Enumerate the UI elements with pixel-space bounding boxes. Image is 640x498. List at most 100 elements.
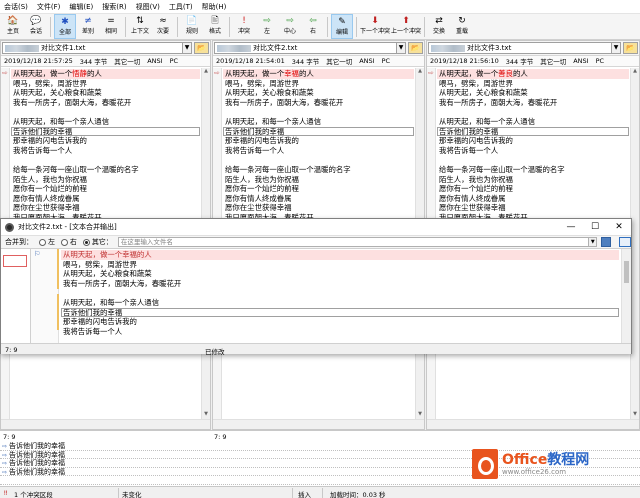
text-line[interactable]: 从明天起，做一个善良的人 xyxy=(437,69,629,79)
toolbar-conflict-button[interactable]: ! 冲突 xyxy=(233,14,255,39)
text-line[interactable]: 告诉他们我的幸福 xyxy=(11,126,200,137)
open-folder-button[interactable]: 📂 xyxy=(194,42,209,54)
horizontal-scrollbar[interactable] xyxy=(213,419,424,429)
toolbar-left-button[interactable]: ⇨ 左 xyxy=(256,14,278,39)
menu-item-6[interactable]: 帮助(H) xyxy=(202,2,227,12)
horizontal-scrollbar[interactable] xyxy=(427,419,639,429)
file-line-ending[interactable]: PC xyxy=(170,57,178,65)
text-line[interactable] xyxy=(437,107,629,117)
merge-target-radio-0[interactable] xyxy=(39,238,46,246)
view-toggle-icon[interactable] xyxy=(619,237,632,247)
toolbar-context-button[interactable]: ⇅ 上下文 xyxy=(129,14,151,39)
path-dropdown-button[interactable]: ▼ xyxy=(397,42,406,54)
path-dropdown-button[interactable]: ▼ xyxy=(612,42,621,54)
merge-text-lines[interactable]: 从明天起，做一个幸福的人 喂马，劈柴，周游世界 从明天起，关心粮食和蔬菜 我有一所房子… xyxy=(61,250,619,356)
text-line[interactable]: 那幸福的闪电告诉我的 xyxy=(11,136,200,146)
merge-text-line[interactable]: 从明天起，关心粮食和蔬菜 xyxy=(61,269,619,279)
text-line[interactable]: 给每一条河每一座山取一个温暖的名字 xyxy=(223,165,414,175)
maximize-button[interactable]: ☐ xyxy=(583,219,607,235)
text-line[interactable]: 给每一条河每一座山取一个温暖的名字 xyxy=(11,165,200,175)
scroll-down-icon[interactable]: ▼ xyxy=(202,411,210,419)
file-encoding[interactable]: ANSI xyxy=(359,57,374,65)
menu-item-3[interactable]: 搜索(R) xyxy=(102,2,126,12)
text-line[interactable]: 愿你在尘世获得幸福 xyxy=(437,203,629,213)
open-folder-button[interactable]: 📂 xyxy=(623,42,638,54)
file-other[interactable]: 其它一切 xyxy=(326,56,352,66)
text-line[interactable]: 告诉他们我的幸福 xyxy=(223,126,414,137)
output-filename-input[interactable]: 在这里输入文件名 xyxy=(117,237,590,247)
text-line[interactable]: 愿你有一个灿烂的前程 xyxy=(437,184,629,194)
text-line[interactable]: 愿你有情人终成眷属 xyxy=(11,194,200,204)
text-line[interactable]: 陌生人，我也为你祝福 xyxy=(437,175,629,185)
scroll-down-icon[interactable]: ▼ xyxy=(416,411,424,419)
text-line[interactable]: 愿你在尘世获得幸福 xyxy=(223,203,414,213)
text-line[interactable]: 那幸福的闪电告诉我的 xyxy=(223,136,414,146)
file-encoding[interactable]: ANSI xyxy=(147,57,162,65)
text-line[interactable]: 从明天起，和每一个亲人通信 xyxy=(11,117,200,127)
text-line[interactable]: 喂马，劈柴，周游世界 xyxy=(437,79,629,89)
text-line[interactable] xyxy=(223,107,414,117)
menu-item-5[interactable]: 工具(T) xyxy=(169,2,193,12)
text-line[interactable]: 愿你有情人终成眷属 xyxy=(437,194,629,204)
text-line[interactable]: 愿你有情人终成眷属 xyxy=(223,194,414,204)
text-line[interactable]: 从明天起，和每一个亲人通信 xyxy=(223,117,414,127)
merge-text-line[interactable]: 喂马，劈柴，周游世界 xyxy=(61,260,619,270)
text-line[interactable]: 给每一条河每一座山取一个温暖的名字 xyxy=(437,165,629,175)
text-line[interactable]: 我将告诉每一个人 xyxy=(11,146,200,156)
text-line[interactable]: 我有一所房子，面朝大海，春暖花开 xyxy=(437,98,629,108)
text-line[interactable]: 我将告诉每一个人 xyxy=(223,146,414,156)
toolbar-format-button[interactable]: 🖹 格式 xyxy=(204,14,226,39)
toolbar-rules-button[interactable]: 📄 规则 xyxy=(181,14,203,39)
filename-dropdown-button[interactable]: ▼ xyxy=(589,237,598,247)
text-line[interactable] xyxy=(11,155,200,165)
menu-item-4[interactable]: 视图(V) xyxy=(136,2,160,12)
text-line[interactable]: 愿你在尘世获得幸福 xyxy=(11,203,200,213)
text-line[interactable] xyxy=(11,107,200,117)
text-line[interactable]: 喂马，劈柴，周游世界 xyxy=(223,79,414,89)
scroll-up-icon[interactable]: ▲ xyxy=(631,68,639,76)
text-line[interactable]: 从明天起，关心粮食和蔬菜 xyxy=(223,88,414,98)
toolbar-right-button[interactable]: ⇦ 右 xyxy=(302,14,324,39)
text-line[interactable]: 从明天起，关心粮食和蔬菜 xyxy=(11,88,200,98)
merge-text-line[interactable] xyxy=(61,288,619,298)
scroll-up-icon[interactable]: ▲ xyxy=(202,68,210,76)
minimize-button[interactable]: — xyxy=(559,219,583,235)
text-line[interactable]: 我有一所房子，面朝大海，春暖花开 xyxy=(223,98,414,108)
file-path-input[interactable]: 对比文件2.txt xyxy=(214,42,397,54)
path-dropdown-button[interactable]: ▼ xyxy=(183,42,192,54)
merge-window-titlebar[interactable]: 对比文件2.txt - [文本合并输出] — ☐ ✕ xyxy=(1,219,631,235)
merge-text-line[interactable]: 告诉他们我的幸福 xyxy=(61,307,619,318)
text-line[interactable]: 从明天起，关心粮食和蔬菜 xyxy=(437,88,629,98)
merge-target-label-2[interactable]: 其它： xyxy=(92,237,113,247)
scroll-up-icon[interactable]: ▲ xyxy=(416,68,424,76)
toolbar-minor-button[interactable]: ≈ 次要 xyxy=(152,14,174,39)
toolbar-all-button[interactable]: ✱ 全部 xyxy=(54,14,76,39)
text-line[interactable] xyxy=(223,155,414,165)
menu-item-1[interactable]: 文件(F) xyxy=(37,2,61,12)
merge-target-radio-1[interactable] xyxy=(60,238,68,246)
merge-text-line[interactable]: 我将告诉每一个人 xyxy=(61,327,619,337)
text-lines[interactable]: 从明天起，做一个幸福的人 喂马，劈柴，周游世界 从明天起，关心粮食和蔬菜 我有一所房子… xyxy=(223,69,414,223)
toolbar-edit-button[interactable]: ✎ 编辑 xyxy=(331,14,353,39)
file-path-input[interactable]: 对比文件3.txt xyxy=(428,42,612,54)
merge-text-line[interactable]: 那幸福的闪电告诉我的 xyxy=(61,317,619,327)
merge-text-line[interactable]: 我有一所房子，面朝大海，春暖花开 xyxy=(61,279,619,289)
merge-overview[interactable] xyxy=(1,249,31,343)
menu-item-0[interactable]: 会话(S) xyxy=(4,2,28,12)
text-lines[interactable]: 从明天起，做一个悟静的人 喂马，劈柴，周游世界 从明天起，关心粮食和蔬菜 我有一所房子… xyxy=(11,69,200,223)
horizontal-scrollbar[interactable] xyxy=(1,419,210,429)
file-path-input[interactable]: 对比文件1.txt xyxy=(2,42,183,54)
merge-target-label-0[interactable]: 左 xyxy=(48,237,55,247)
toolbar-same-button[interactable]: = 相同 xyxy=(100,14,122,39)
file-line-ending[interactable]: PC xyxy=(382,57,390,65)
merge-target-label-1[interactable]: 右 xyxy=(70,237,77,247)
text-line[interactable]: 从明天起，做一个幸福的人 xyxy=(223,69,414,79)
open-folder-button[interactable]: 📂 xyxy=(408,42,423,54)
toolbar-prev-conflict-button[interactable]: ⬆ 上一个冲突 xyxy=(391,14,421,39)
toolbar-center-button[interactable]: ⇨ 中心 xyxy=(279,14,301,39)
file-line-ending[interactable]: PC xyxy=(596,57,604,65)
file-other[interactable]: 其它一切 xyxy=(114,56,140,66)
overview-thumbnail[interactable] xyxy=(3,255,27,267)
toolbar-next-conflict-button[interactable]: ⬇ 下一个冲突 xyxy=(360,14,390,39)
menu-item-2[interactable]: 编辑(E) xyxy=(69,2,93,12)
